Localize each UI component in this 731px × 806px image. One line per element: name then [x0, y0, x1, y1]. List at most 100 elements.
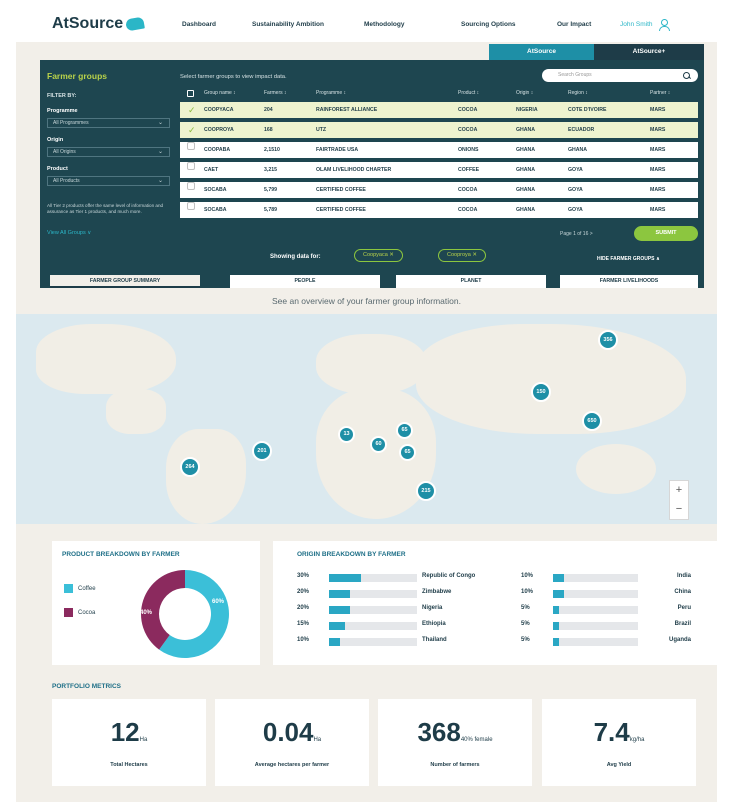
chip-coopyaca[interactable]: Coopyaca ✕ — [354, 249, 403, 262]
nav-link-sourcing[interactable]: Sourcing Options — [461, 21, 557, 28]
origin-bar-fill — [329, 574, 361, 582]
origin-bar-track — [553, 622, 638, 630]
metric-unit: kg/ha — [629, 737, 645, 743]
origin-select[interactable]: All Origins ⌄ — [47, 147, 170, 157]
cell-origin: GHANA — [516, 147, 536, 153]
metric-value: 7.4 — [593, 717, 630, 747]
origin-bar-fill — [329, 638, 340, 646]
map-pin[interactable]: 60 — [370, 436, 387, 453]
col-group-name[interactable]: Group name ↕ — [204, 90, 236, 96]
cell-origin: NIGERIA — [516, 107, 538, 113]
table-row[interactable]: SOCABA 5,799 CERTIFIED COFFEE COCOA GHANA GOY… — [180, 182, 698, 198]
origin-row: 5% Peru — [521, 605, 691, 615]
origin-row: 10% Thailand — [297, 637, 487, 647]
nav-link-dashboard[interactable]: Dashboard — [182, 21, 252, 28]
map-pin[interactable]: 356 — [598, 330, 618, 350]
row-checkbox[interactable] — [187, 182, 195, 190]
checkmark-icon[interactable]: ✓ — [188, 122, 196, 138]
map-pin[interactable]: 264 — [180, 457, 200, 477]
table-row[interactable]: SOCABA 5,789 CERTIFIED COFFEE COCOA GHANA GOY… — [180, 202, 698, 218]
cell-region: GOYA — [568, 207, 583, 213]
origin-row: 10% India — [521, 573, 691, 583]
map-pin[interactable]: 65 — [399, 444, 416, 461]
map-pin[interactable]: 215 — [416, 481, 436, 501]
submit-button[interactable]: SUBMIT — [634, 226, 698, 241]
origin-percent: 20% — [297, 605, 310, 611]
pagination[interactable]: Page 1 of 16 > — [560, 231, 593, 237]
col-origin[interactable]: Origin ↕ — [516, 90, 533, 96]
metric-value-row: 12Ha — [52, 717, 206, 748]
metric-value: 12 — [110, 717, 140, 747]
nav-link-sustainability[interactable]: Sustainability Ambition — [252, 21, 364, 28]
chip-cooproya[interactable]: Cooproya ✕ — [438, 249, 486, 262]
product-select[interactable]: All Products ⌄ — [47, 176, 170, 186]
select-all-checkbox[interactable] — [187, 90, 194, 97]
table-row[interactable]: COOPABA 2,1510 FAIRTRADE USA ONIONS GHANA GHA… — [180, 142, 698, 158]
map-pin[interactable]: 13 — [338, 426, 355, 443]
map-pin[interactable]: 150 — [531, 382, 551, 402]
cell-origin: GHANA — [516, 207, 536, 213]
tab-people[interactable]: PEOPLE — [230, 275, 380, 288]
filter-by-label: FILTER BY: — [47, 93, 77, 99]
cell-programme: UTZ — [316, 127, 327, 133]
metric-unit: 40% female — [460, 737, 493, 743]
col-farmers[interactable]: Farmers ↕ — [264, 90, 287, 96]
leaf-icon — [125, 16, 146, 32]
central-america-shape — [106, 389, 166, 434]
cell-partner: MARS — [650, 107, 666, 113]
map-pin[interactable]: 201 — [252, 441, 272, 461]
chevron-down-icon: ⌄ — [157, 149, 163, 155]
cell-programme: CERTIFIED COFFEE — [316, 187, 366, 193]
cell-product: COCOA — [458, 187, 478, 193]
user-menu[interactable]: John Smith — [620, 18, 670, 31]
product-breakdown-card: PRODUCT BREAKDOWN BY FARMER Coffee Cocoa… — [52, 541, 260, 665]
map-pin[interactable]: 65 — [396, 422, 413, 439]
hide-farmer-groups-button[interactable]: HIDE FARMER GROUPS ∧ — [597, 256, 660, 262]
donut-label-cocoa: 40% — [140, 610, 153, 616]
zoom-out-button[interactable]: − — [670, 500, 688, 519]
logo[interactable]: AtSource — [52, 15, 182, 33]
metric-value-row: 7.4kg/ha — [542, 717, 696, 748]
map-pin[interactable]: 650 — [582, 411, 602, 431]
app-frame: AtSource Dashboard Sustainability Ambiti… — [16, 6, 717, 802]
table-row[interactable]: ✓ COOPROYA 168 UTZ COCOA GHANA ECUADOR MARS — [180, 122, 698, 138]
origin-bar-track — [553, 606, 638, 614]
world-map[interactable]: 356 150 650 65 13 60 65 264 201 215 + − — [16, 314, 717, 524]
checkmark-icon[interactable]: ✓ — [188, 102, 196, 118]
metric-value: 0.04 — [262, 717, 314, 747]
cell-programme: FAIRTRADE USA — [316, 147, 359, 153]
tab-farmer-group-summary[interactable]: FARMER GROUP SUMMARY — [50, 275, 200, 288]
row-checkbox[interactable] — [187, 202, 195, 210]
tab-planet[interactable]: PLANET — [396, 275, 546, 288]
tier-note: All Tier 2 products offer the same level… — [47, 203, 164, 215]
table-row[interactable]: ✓ COOPYACA 204 RAINFOREST ALLIANCE COCOA NIGE… — [180, 102, 698, 118]
row-checkbox[interactable] — [187, 162, 195, 170]
origin-bar-track — [329, 638, 417, 646]
cell-product: COCOA — [458, 107, 478, 113]
row-checkbox[interactable] — [187, 142, 195, 150]
col-product[interactable]: Product ↕ — [458, 90, 479, 96]
metric-card: 36840% female Number of farmers — [378, 699, 532, 786]
search-icon[interactable] — [683, 72, 690, 79]
tab-atsource[interactable]: AtSource — [489, 44, 594, 60]
col-programme[interactable]: Programme ↕ — [316, 90, 346, 96]
programme-select[interactable]: All Programmes ⌄ — [47, 118, 170, 128]
origin-country: China — [674, 589, 691, 595]
col-partner[interactable]: Partner ↕ — [650, 90, 670, 96]
table-row[interactable]: CAET 3,215 OLAM LIVELIHOOD CHARTER COFFEE GH… — [180, 162, 698, 178]
origin-row: 5% Brazil — [521, 621, 691, 631]
col-region[interactable]: Region ↕ — [568, 90, 588, 96]
cell-origin: GHANA — [516, 167, 536, 173]
origin-row: 10% China — [521, 589, 691, 599]
nav-link-impact[interactable]: Our Impact — [557, 21, 614, 28]
tab-farmer-livelihoods[interactable]: FARMER LIVELIHOODS — [560, 275, 698, 288]
tab-atsource-plus[interactable]: AtSource+ — [594, 44, 704, 60]
view-all-groups-link[interactable]: View All Groups ∨ — [47, 230, 91, 236]
search-input[interactable]: Search Groups — [542, 69, 698, 82]
cell-product: COFFEE — [458, 167, 480, 173]
zoom-in-button[interactable]: + — [670, 481, 688, 500]
nav-link-methodology[interactable]: Methodology — [364, 21, 461, 28]
origin-bar-fill — [329, 606, 351, 614]
origin-bar-fill — [329, 590, 351, 598]
origin-bar-track — [553, 574, 638, 582]
